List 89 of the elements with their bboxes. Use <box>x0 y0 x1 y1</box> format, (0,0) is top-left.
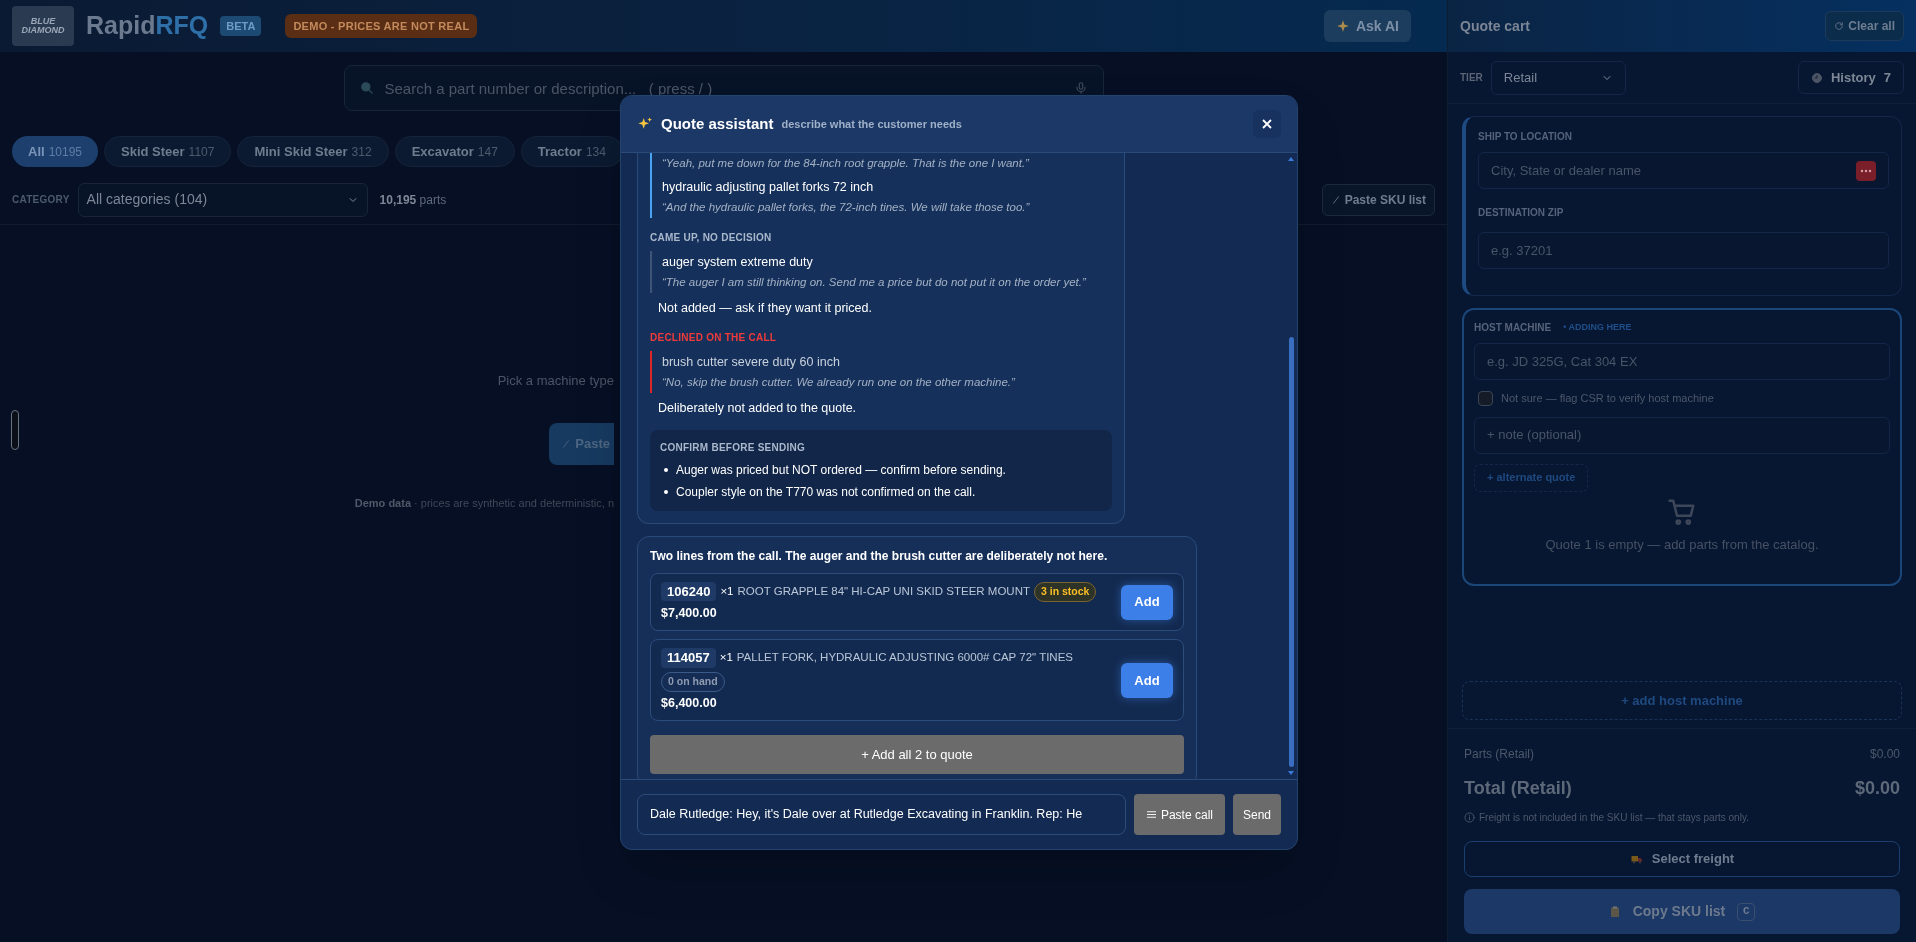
clock-icon <box>1810 71 1823 84</box>
price: $6,400.00 <box>661 694 718 712</box>
refresh-icon <box>1834 21 1845 31</box>
truck-icon <box>1629 853 1644 865</box>
zip-field[interactable]: e.g. 37201 <box>1478 232 1889 269</box>
parts-label: Parts (Retail) <box>1464 746 1534 763</box>
brand-name: RapidRFQ <box>86 10 209 42</box>
add-button[interactable]: Add <box>1121 584 1173 620</box>
call-transcript-field[interactable]: Dale Rutledge: Hey, it's Dale over at Rutledge Excavating in Franklin. Rep: He <box>637 794 1126 835</box>
field-label: HOST MACHINE <box>1474 321 1552 335</box>
bullet-icon <box>664 467 668 472</box>
field-label: DESTINATION ZIP <box>1478 206 1565 220</box>
beta-badge: BETA <box>220 15 262 37</box>
microphone-icon <box>1073 80 1088 96</box>
logo-text: BLUE DIAMOND <box>21 17 65 35</box>
stock-badge: 0 on hand <box>661 671 725 692</box>
checkbox-label: Not sure — flag CSR to verify host machine <box>1501 391 1714 406</box>
ship-location-field[interactable]: City, State or dealer name <box>1478 152 1889 189</box>
stock-badge: 3 in stock <box>1034 581 1097 602</box>
adding-here-tag: • ADDING HERE <box>1563 320 1632 335</box>
confirm-item: Coupler style on the T770 was not confirmed on the call. <box>676 483 976 501</box>
customer-quote: “The auger I am still thinking on. Send me a price but do not put it on the order yet.” <box>662 275 1087 290</box>
send-button[interactable]: Send <box>1232 794 1281 835</box>
sku-number: 106240 <box>661 581 717 602</box>
item-name: hydraulic adjusting pallet forks 72 inch <box>662 179 875 197</box>
section-heading: CAME UP, NO DECISION <box>650 231 773 246</box>
resize-handle[interactable] <box>11 410 19 450</box>
freight-note: Freight is not included in the SKU list — that stays parts only. <box>1479 811 1749 825</box>
confirm-heading: CONFIRM BEFORE SENDING <box>660 440 806 455</box>
machine-type-chip[interactable]: Tractor 134 <box>520 136 623 167</box>
more-icon[interactable] <box>1856 160 1876 181</box>
add-button[interactable]: Add <box>1121 662 1173 698</box>
part-description: PALLET FORK, HYDRAULIC ADJUSTING 6000# CAP 72" TINES <box>736 650 1073 666</box>
parts-count: 10,195 parts <box>379 191 447 209</box>
search-icon <box>359 81 374 95</box>
demo-badge: DEMO - PRICES ARE NOT REAL <box>285 13 478 39</box>
clear-all-button[interactable]: Clear all <box>1825 11 1904 41</box>
close-button[interactable] <box>1253 110 1281 138</box>
section-heading: DECLINED ON THE CALL <box>650 331 778 345</box>
machine-type-chip[interactable]: All 10195 <box>12 136 98 167</box>
section-note: Deliberately not added to the quote. <box>658 400 858 417</box>
empty-state-prompt: Pick a machine type <box>497 372 614 390</box>
dialog-title: Quote assistant <box>661 113 774 134</box>
quantity: ×1 <box>720 584 734 599</box>
history-button[interactable]: History 7 <box>1797 61 1904 94</box>
section-note: Not added — ask if they want it priced. <box>658 300 873 318</box>
tier-select[interactable]: Retail <box>1490 60 1626 95</box>
host-machine-field[interactable]: e.g. JD 325G, Cat 304 EX <box>1474 343 1890 380</box>
paste-call-button[interactable]: Paste call <box>1133 794 1225 835</box>
confirm-item: Auger was priced but NOT ordered — confirm before sending. <box>676 461 1006 479</box>
menu-icon <box>1145 809 1157 820</box>
slash-icon <box>561 438 572 449</box>
checkbox[interactable] <box>1478 390 1493 406</box>
item-name: auger system extreme duty <box>662 254 814 272</box>
dialog-subtitle: describe what the customer needs <box>781 116 962 132</box>
category-label: CATEGORY <box>12 193 70 207</box>
machine-type-chip[interactable]: Mini Skid Steer 312 <box>237 136 389 167</box>
category-select[interactable]: All categories (104) <box>77 182 368 217</box>
machine-type-chip[interactable]: Skid Steer 1107 <box>104 136 232 167</box>
sku-number: 114057 <box>661 648 716 668</box>
info-icon <box>1464 812 1475 823</box>
price: $7,400.00 <box>661 604 718 622</box>
paste-sku-list-button[interactable]: Paste SKU list <box>1321 183 1435 216</box>
clipboard-icon <box>1608 904 1621 919</box>
total-label: Total (Retail) <box>1464 777 1572 800</box>
field-label: SHIP TO LOCATION <box>1478 130 1573 144</box>
slash-icon <box>1330 194 1341 205</box>
customer-quote: “And the hydraulic pallet forks, the 72-inch tines. We will take those too.” <box>662 200 1031 215</box>
part-description: ROOT GRAPPLE 84" HI-CAP UNI SKID STEER MOUNT <box>737 584 1030 599</box>
quantity: ×1 <box>719 650 733 666</box>
customer-quote: “No, skip the brush cutter. We already run one on the other machine.” <box>662 374 1016 390</box>
copy-sku-list-button[interactable]: Copy SKU list C <box>1464 889 1900 934</box>
add-all-button[interactable]: + Add all 2 to quote <box>650 735 1184 775</box>
total-value: $0.00 <box>1854 777 1900 800</box>
note-field[interactable]: + note (optional) <box>1474 416 1890 454</box>
bullet-icon <box>664 489 668 494</box>
parts-value: $0.00 <box>1869 746 1900 763</box>
item-name: brush cutter severe duty 60 inch <box>662 354 841 371</box>
ask-ai-button[interactable]: Ask AI <box>1323 10 1411 42</box>
tier-label: TIER <box>1460 71 1483 85</box>
suggestions-intro: Two lines from the call. The auger and the brush cutter are deliberately not here. <box>650 547 1109 565</box>
select-freight-button[interactable]: Select freight <box>1464 841 1900 877</box>
machine-type-chip[interactable]: Excavator 147 <box>394 136 515 167</box>
cart-title: Quote cart <box>1460 16 1530 36</box>
keyboard-shortcut: C <box>1737 902 1756 921</box>
empty-cart-message: Quote 1 is empty — add parts from the catalog. <box>1545 536 1819 554</box>
cart-icon <box>1667 497 1697 527</box>
customer-quote: “Yeah, put me down for the 84-inch root grapple. That is the one I want.” <box>662 156 1030 171</box>
close-icon <box>1262 119 1272 129</box>
